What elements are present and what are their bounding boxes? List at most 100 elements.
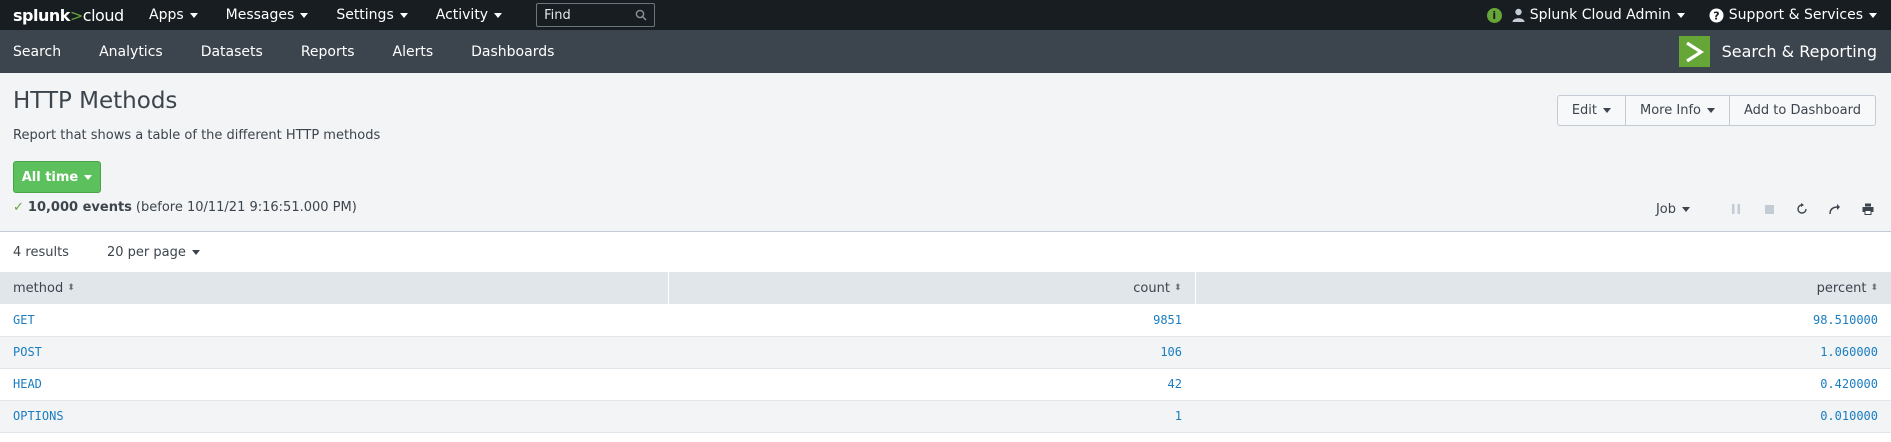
percent-cell: 98.510000	[1195, 304, 1891, 337]
check-icon: ✓	[13, 200, 24, 215]
method-cell: HEAD	[0, 368, 668, 401]
splunk-logo[interactable]: splunk>cloud	[13, 5, 124, 25]
find-box	[536, 3, 656, 27]
sort-icon: ⬍	[67, 283, 75, 293]
percent-value[interactable]: 1.060000	[1820, 345, 1878, 359]
chevron-down-icon	[189, 12, 198, 18]
top-nav: Apps Messages Settings Activity	[149, 3, 656, 27]
search-app-icon	[1678, 36, 1710, 67]
column-header-count[interactable]: count ⬍	[668, 272, 1196, 304]
app-nav-datasets[interactable]: Datasets	[201, 44, 263, 60]
settings-menu-label: Settings	[336, 7, 394, 23]
per-page-label: 20 per page	[106, 244, 186, 260]
chevron-down-icon	[1676, 12, 1685, 18]
count-cell: 1	[668, 400, 1195, 433]
percent-value[interactable]: 0.420000	[1820, 377, 1878, 391]
column-header-method[interactable]: method ⬍	[0, 272, 669, 304]
help-icon: ?	[1709, 8, 1724, 22]
chevron-down-icon	[191, 249, 200, 255]
app-name-label: Search & Reporting	[1721, 42, 1877, 61]
messages-info-icon[interactable]: i	[1486, 7, 1502, 23]
count-value[interactable]: 106	[1160, 345, 1182, 359]
sort-icon: ⬍	[1173, 283, 1182, 293]
user-menu[interactable]: Splunk Cloud Admin	[1512, 7, 1685, 23]
settings-menu[interactable]: Settings	[336, 7, 408, 23]
column-label-method: method	[13, 280, 64, 296]
count-value[interactable]: 9851	[1153, 313, 1182, 327]
results-bar: 4 results 20 per page	[0, 232, 1891, 272]
chevron-down-icon	[1869, 12, 1877, 18]
stop-icon[interactable]	[1760, 201, 1778, 217]
reload-icon[interactable]	[1793, 201, 1811, 217]
apps-menu-label: Apps	[149, 7, 184, 23]
method-value[interactable]: HEAD	[13, 377, 42, 391]
print-icon[interactable]	[1859, 201, 1877, 217]
user-menu-label: Splunk Cloud Admin	[1529, 7, 1671, 23]
app-nav-reports[interactable]: Reports	[301, 44, 355, 60]
method-cell: POST	[0, 336, 668, 369]
count-cell: 106	[668, 336, 1195, 369]
count-value[interactable]: 1	[1175, 409, 1182, 423]
add-to-dashboard-label: Add to Dashboard	[1743, 103, 1861, 118]
app-name[interactable]: Search & Reporting	[1678, 30, 1891, 73]
messages-menu[interactable]: Messages	[226, 7, 309, 23]
method-cell: GET	[0, 304, 668, 337]
percent-value[interactable]: 0.010000	[1820, 409, 1878, 423]
time-range-button[interactable]: All time	[13, 161, 101, 193]
table-row: GET 9851 98.510000	[0, 304, 1891, 337]
app-nav-alerts[interactable]: Alerts	[393, 44, 434, 60]
app-nav: Search Analytics Datasets Reports Alerts…	[13, 44, 592, 60]
time-range-label: All time	[21, 169, 79, 185]
add-to-dashboard-button[interactable]: Add to Dashboard	[1728, 95, 1876, 126]
chevron-down-icon	[84, 174, 93, 180]
method-value[interactable]: OPTIONS	[13, 409, 64, 423]
activity-menu[interactable]: Activity	[436, 7, 503, 23]
per-page-dropdown[interactable]: 20 per page	[107, 245, 200, 260]
edit-button[interactable]: Edit	[1556, 95, 1626, 126]
search-icon[interactable]	[635, 9, 647, 21]
column-label-count: count	[1133, 280, 1170, 296]
edit-button-label: Edit	[1571, 103, 1598, 118]
report-actions: Edit More Info Add to Dashboard	[1556, 95, 1876, 126]
find-input[interactable]	[544, 7, 625, 23]
job-controls: Job	[1656, 201, 1877, 217]
event-count: 10,000 events	[27, 200, 132, 215]
method-value[interactable]: GET	[13, 313, 35, 327]
column-header-percent[interactable]: percent ⬍	[1195, 272, 1891, 304]
results-count: 4 results	[13, 244, 69, 260]
app-nav-analytics[interactable]: Analytics	[99, 44, 163, 60]
logo-separator: >	[69, 5, 83, 25]
job-menu-label: Job	[1655, 201, 1676, 217]
event-time-range: (before 10/11/21 9:16:51.000 PM)	[135, 200, 357, 215]
column-label-percent: percent	[1816, 280, 1867, 296]
app-bar: Search Analytics Datasets Reports Alerts…	[0, 30, 1891, 73]
table-row: OPTIONS 1 0.010000	[0, 400, 1891, 433]
count-cell: 42	[668, 368, 1195, 401]
pause-icon[interactable]	[1727, 201, 1745, 217]
count-value[interactable]: 42	[1168, 377, 1182, 391]
more-info-button[interactable]: More Info	[1625, 95, 1729, 126]
chevron-down-icon	[300, 12, 309, 18]
logo-main: splunk	[13, 5, 70, 25]
results-table: method ⬍ count ⬍ percent ⬍ GET 9851 98.5100…	[0, 272, 1891, 433]
chevron-down-icon	[1682, 206, 1690, 212]
chevron-down-icon	[1603, 108, 1612, 113]
user-icon	[1512, 8, 1525, 22]
job-status: ✓ 10,000 events (before 10/11/21 9:16:51…	[13, 200, 357, 215]
table-row: HEAD 42 0.420000	[0, 368, 1891, 401]
apps-menu[interactable]: Apps	[149, 7, 198, 23]
report-description: Report that shows a table of the differe…	[13, 128, 381, 143]
top-bar: splunk>cloud Apps Messages Settings Acti…	[0, 0, 1891, 30]
app-nav-dashboards[interactable]: Dashboards	[471, 44, 554, 60]
app-nav-search[interactable]: Search	[13, 44, 61, 60]
messages-menu-label: Messages	[225, 7, 295, 23]
share-icon[interactable]	[1826, 201, 1844, 217]
table-header-row: method ⬍ count ⬍ percent ⬍	[0, 272, 1891, 304]
job-menu[interactable]: Job	[1656, 202, 1690, 217]
svg-text:?: ?	[1713, 9, 1719, 22]
chevron-down-icon	[1706, 108, 1715, 113]
method-value[interactable]: POST	[13, 345, 42, 359]
logo-sub: cloud	[82, 5, 124, 25]
support-menu[interactable]: ? Support & Services	[1709, 7, 1877, 23]
percent-value[interactable]: 98.510000	[1813, 313, 1878, 327]
